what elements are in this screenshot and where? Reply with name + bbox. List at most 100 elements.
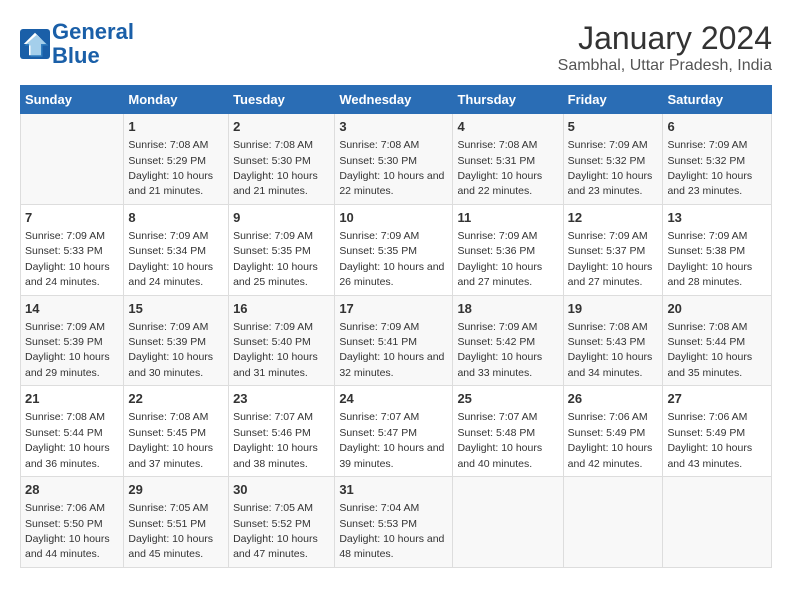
cell-info: Sunrise: 7:09 AMSunset: 5:39 PMDaylight:… xyxy=(25,321,110,379)
day-cell: 9 Sunrise: 7:09 AMSunset: 5:35 PMDaylight… xyxy=(229,204,335,295)
cell-info: Sunrise: 7:05 AMSunset: 5:51 PMDaylight:… xyxy=(128,502,213,560)
day-cell: 10 Sunrise: 7:09 AMSunset: 5:35 PMDayligh… xyxy=(335,204,453,295)
week-row-5: 28 Sunrise: 7:06 AMSunset: 5:50 PMDayligh… xyxy=(21,477,772,568)
date-number: 25 xyxy=(457,390,558,408)
cell-info: Sunrise: 7:08 AMSunset: 5:43 PMDaylight:… xyxy=(568,321,653,379)
cell-info: Sunrise: 7:06 AMSunset: 5:49 PMDaylight:… xyxy=(667,411,752,469)
day-cell xyxy=(21,114,124,205)
day-cell xyxy=(563,477,663,568)
date-number: 19 xyxy=(568,300,659,318)
cell-info: Sunrise: 7:06 AMSunset: 5:50 PMDaylight:… xyxy=(25,502,110,560)
cell-info: Sunrise: 7:09 AMSunset: 5:36 PMDaylight:… xyxy=(457,230,542,288)
day-cell: 19 Sunrise: 7:08 AMSunset: 5:43 PMDayligh… xyxy=(563,295,663,386)
cell-info: Sunrise: 7:09 AMSunset: 5:32 PMDaylight:… xyxy=(568,139,653,197)
cell-info: Sunrise: 7:09 AMSunset: 5:38 PMDaylight:… xyxy=(667,230,752,288)
date-number: 16 xyxy=(233,300,330,318)
header-friday: Friday xyxy=(563,86,663,114)
day-cell: 30Sunrise: 7:05 AMSunset: 5:52 PMDayligh… xyxy=(229,477,335,568)
cell-info: Sunrise: 7:09 AMSunset: 5:35 PMDaylight:… xyxy=(339,230,444,288)
date-number: 18 xyxy=(457,300,558,318)
date-number: 10 xyxy=(339,209,448,227)
day-cell: 4 Sunrise: 7:08 AMSunset: 5:31 PMDaylight… xyxy=(453,114,563,205)
day-cell: 21 Sunrise: 7:08 AMSunset: 5:44 PMDayligh… xyxy=(21,386,124,477)
date-number: 27 xyxy=(667,390,767,408)
day-cell: 13 Sunrise: 7:09 AMSunset: 5:38 PMDayligh… xyxy=(663,204,772,295)
day-cell: 1 Sunrise: 7:08 AMSunset: 5:29 PMDaylight… xyxy=(124,114,229,205)
day-cell: 25 Sunrise: 7:07 AMSunset: 5:48 PMDayligh… xyxy=(453,386,563,477)
logo-general: General xyxy=(52,19,134,44)
cell-info: Sunrise: 7:08 AMSunset: 5:29 PMDaylight:… xyxy=(128,139,213,197)
day-cell: 18Sunrise: 7:09 AMSunset: 5:42 PMDayligh… xyxy=(453,295,563,386)
date-number: 20 xyxy=(667,300,767,318)
cell-info: Sunrise: 7:09 AMSunset: 5:34 PMDaylight:… xyxy=(128,230,213,288)
logo-icon xyxy=(20,29,50,59)
date-number: 6 xyxy=(667,118,767,136)
date-number: 15 xyxy=(128,300,224,318)
date-number: 11 xyxy=(457,209,558,227)
day-cell: 5 Sunrise: 7:09 AMSunset: 5:32 PMDaylight… xyxy=(563,114,663,205)
day-cell: 8 Sunrise: 7:09 AMSunset: 5:34 PMDaylight… xyxy=(124,204,229,295)
header-thursday: Thursday xyxy=(453,86,563,114)
date-number: 26 xyxy=(568,390,659,408)
date-number: 28 xyxy=(25,481,119,499)
day-cell: 31Sunrise: 7:04 AMSunset: 5:53 PMDayligh… xyxy=(335,477,453,568)
cell-info: Sunrise: 7:07 AMSunset: 5:48 PMDaylight:… xyxy=(457,411,542,469)
header-sunday: Sunday xyxy=(21,86,124,114)
day-cell xyxy=(663,477,772,568)
week-row-3: 14 Sunrise: 7:09 AMSunset: 5:39 PMDayligh… xyxy=(21,295,772,386)
day-cell: 2Sunrise: 7:08 AMSunset: 5:30 PMDaylight… xyxy=(229,114,335,205)
week-row-2: 7 Sunrise: 7:09 AMSunset: 5:33 PMDaylight… xyxy=(21,204,772,295)
cell-info: Sunrise: 7:08 AMSunset: 5:30 PMDaylight:… xyxy=(339,139,444,197)
cell-info: Sunrise: 7:09 AMSunset: 5:39 PMDaylight:… xyxy=(128,321,213,379)
header-wednesday: Wednesday xyxy=(335,86,453,114)
logo: General Blue xyxy=(20,20,134,68)
day-cell: 22Sunrise: 7:08 AMSunset: 5:45 PMDayligh… xyxy=(124,386,229,477)
header-tuesday: Tuesday xyxy=(229,86,335,114)
day-cell: 23Sunrise: 7:07 AMSunset: 5:46 PMDayligh… xyxy=(229,386,335,477)
cell-info: Sunrise: 7:08 AMSunset: 5:44 PMDaylight:… xyxy=(25,411,110,469)
date-number: 24 xyxy=(339,390,448,408)
date-number: 21 xyxy=(25,390,119,408)
day-cell: 6 Sunrise: 7:09 AMSunset: 5:32 PMDaylight… xyxy=(663,114,772,205)
cell-info: Sunrise: 7:09 AMSunset: 5:33 PMDaylight:… xyxy=(25,230,110,288)
date-number: 7 xyxy=(25,209,119,227)
cell-info: Sunrise: 7:04 AMSunset: 5:53 PMDaylight:… xyxy=(339,502,444,560)
date-number: 12 xyxy=(568,209,659,227)
cell-info: Sunrise: 7:08 AMSunset: 5:44 PMDaylight:… xyxy=(667,321,752,379)
cell-info: Sunrise: 7:08 AMSunset: 5:30 PMDaylight:… xyxy=(233,139,318,197)
date-number: 29 xyxy=(128,481,224,499)
date-number: 8 xyxy=(128,209,224,227)
cell-info: Sunrise: 7:08 AMSunset: 5:45 PMDaylight:… xyxy=(128,411,213,469)
day-cell: 24Sunrise: 7:07 AMSunset: 5:47 PMDayligh… xyxy=(335,386,453,477)
day-cell xyxy=(453,477,563,568)
cell-info: Sunrise: 7:09 AMSunset: 5:40 PMDaylight:… xyxy=(233,321,318,379)
date-number: 5 xyxy=(568,118,659,136)
header-saturday: Saturday xyxy=(663,86,772,114)
header-monday: Monday xyxy=(124,86,229,114)
day-cell: 26 Sunrise: 7:06 AMSunset: 5:49 PMDayligh… xyxy=(563,386,663,477)
day-cell: 7 Sunrise: 7:09 AMSunset: 5:33 PMDaylight… xyxy=(21,204,124,295)
cell-info: Sunrise: 7:08 AMSunset: 5:31 PMDaylight:… xyxy=(457,139,542,197)
day-cell: 17Sunrise: 7:09 AMSunset: 5:41 PMDayligh… xyxy=(335,295,453,386)
logo-text: General Blue xyxy=(52,20,134,68)
cell-info: Sunrise: 7:09 AMSunset: 5:35 PMDaylight:… xyxy=(233,230,318,288)
day-cell: 16 Sunrise: 7:09 AMSunset: 5:40 PMDayligh… xyxy=(229,295,335,386)
date-number: 30 xyxy=(233,481,330,499)
cell-info: Sunrise: 7:09 AMSunset: 5:41 PMDaylight:… xyxy=(339,321,444,379)
date-number: 9 xyxy=(233,209,330,227)
header-row: SundayMondayTuesdayWednesdayThursdayFrid… xyxy=(21,86,772,114)
date-number: 13 xyxy=(667,209,767,227)
day-cell: 14 Sunrise: 7:09 AMSunset: 5:39 PMDayligh… xyxy=(21,295,124,386)
calendar-table: SundayMondayTuesdayWednesdayThursdayFrid… xyxy=(20,85,772,568)
cell-info: Sunrise: 7:06 AMSunset: 5:49 PMDaylight:… xyxy=(568,411,653,469)
title-area: January 2024 Sambhal, Uttar Pradesh, Ind… xyxy=(558,20,772,75)
logo-blue: Blue xyxy=(52,43,100,68)
date-number: 14 xyxy=(25,300,119,318)
date-number: 4 xyxy=(457,118,558,136)
day-cell: 15 Sunrise: 7:09 AMSunset: 5:39 PMDayligh… xyxy=(124,295,229,386)
cell-info: Sunrise: 7:09 AMSunset: 5:32 PMDaylight:… xyxy=(667,139,752,197)
day-cell: 3Sunrise: 7:08 AMSunset: 5:30 PMDaylight… xyxy=(335,114,453,205)
day-cell: 11 Sunrise: 7:09 AMSunset: 5:36 PMDayligh… xyxy=(453,204,563,295)
day-cell: 29 Sunrise: 7:05 AMSunset: 5:51 PMDayligh… xyxy=(124,477,229,568)
date-number: 1 xyxy=(128,118,224,136)
